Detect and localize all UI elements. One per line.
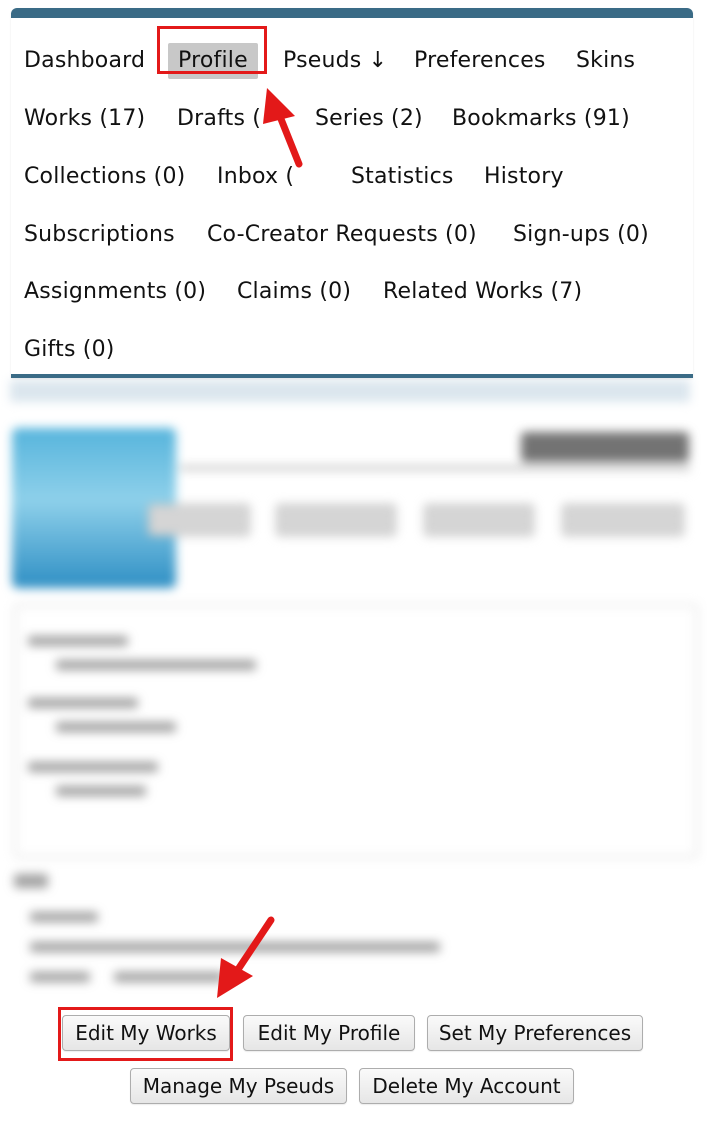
nav-item-dashboard[interactable]: Dashboard <box>24 41 145 81</box>
nav-item-related-works[interactable]: Related Works (7) <box>383 272 582 312</box>
blurred-tab <box>148 504 250 536</box>
nav-item-history[interactable]: History <box>484 157 564 197</box>
delete-my-account-button[interactable]: Delete My Account <box>359 1068 574 1104</box>
nav-row: Subscriptions Co-Creator Requests (0) Si… <box>11 215 693 255</box>
nav-item-co-creator-requests[interactable]: Co-Creator Requests (0) <box>207 215 477 255</box>
nav-item-inbox[interactable]: Inbox ( <box>217 157 294 197</box>
nav-item-assignments[interactable]: Assignments (0) <box>24 272 206 312</box>
blurred-header-band <box>10 380 690 402</box>
blurred-text <box>30 972 90 982</box>
nav-item-drafts[interactable]: Drafts ( <box>177 99 261 139</box>
blurred-profile-content <box>0 380 707 1000</box>
nav-row: Dashboard Profile Pseuds ↓ Preferences S… <box>11 41 693 81</box>
nav-item-profile[interactable]: Profile <box>168 43 258 79</box>
manage-my-pseuds-button[interactable]: Manage My Pseuds <box>130 1068 347 1104</box>
blurred-text <box>56 722 176 732</box>
blurred-divider <box>180 466 690 470</box>
edit-my-profile-button[interactable]: Edit My Profile <box>243 1015 415 1051</box>
blurred-text <box>28 762 158 772</box>
nav-item-gifts[interactable]: Gifts (0) <box>24 330 115 370</box>
blurred-text <box>30 942 440 952</box>
set-my-preferences-button[interactable]: Set My Preferences <box>427 1015 643 1051</box>
blurred-text <box>14 874 48 888</box>
nav-item-collections[interactable]: Collections (0) <box>24 157 185 197</box>
nav-item-subscriptions[interactable]: Subscriptions <box>24 215 175 255</box>
nav-item-statistics[interactable]: Statistics <box>351 157 454 197</box>
edit-my-works-button[interactable]: Edit My Works <box>62 1015 230 1051</box>
nav-item-bookmarks[interactable]: Bookmarks (91) <box>452 99 630 139</box>
blurred-text <box>114 972 224 982</box>
blurred-text <box>28 636 128 646</box>
blurred-text <box>56 660 256 670</box>
blurred-tab <box>276 504 396 536</box>
nav-row: Works (17) Drafts ( Series (2) Bookmarks… <box>11 99 693 139</box>
blurred-text <box>28 698 138 708</box>
blurred-tab <box>562 504 684 536</box>
nav-row: Gifts (0) <box>11 330 693 370</box>
blurred-text <box>56 786 146 796</box>
blurred-text <box>30 912 98 922</box>
dashboard-nav-panel: Dashboard Profile Pseuds ↓ Preferences S… <box>11 8 693 378</box>
nav-row: Collections (0) Inbox ( Statistics Histo… <box>11 157 693 197</box>
blurred-profile-meta-box <box>14 604 698 858</box>
nav-item-series[interactable]: Series (2) <box>315 99 423 139</box>
nav-item-skins[interactable]: Skins <box>576 41 635 81</box>
blurred-username <box>521 432 689 462</box>
nav-item-preferences[interactable]: Preferences <box>414 41 546 81</box>
nav-item-claims[interactable]: Claims (0) <box>237 272 351 312</box>
nav-row: Assignments (0) Claims (0) Related Works… <box>11 272 693 312</box>
nav-item-works[interactable]: Works (17) <box>24 99 145 139</box>
nav-item-pseuds[interactable]: Pseuds ↓ <box>283 41 387 81</box>
blurred-tab <box>424 504 534 536</box>
nav-item-sign-ups[interactable]: Sign-ups (0) <box>513 215 649 255</box>
